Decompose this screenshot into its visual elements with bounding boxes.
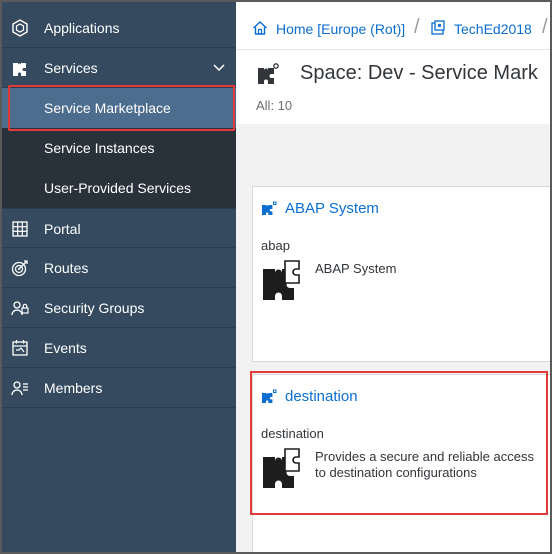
home-icon[interactable] bbox=[252, 20, 268, 36]
sidebar-item-label: Portal bbox=[44, 221, 81, 237]
service-tile-title[interactable]: ABAP System bbox=[285, 200, 379, 217]
sidebar-item-label: Members bbox=[44, 380, 103, 396]
service-tile-description: ABAP System bbox=[315, 261, 397, 276]
sidebar-item-service-instances[interactable]: Service Instances bbox=[2, 128, 236, 168]
chevron-down-icon[interactable] bbox=[212, 61, 226, 75]
org-icon[interactable] bbox=[430, 20, 446, 36]
sidebar-item-security-groups[interactable]: Security Groups bbox=[2, 288, 236, 328]
service-puzzle-icon bbox=[262, 201, 277, 215]
members-icon bbox=[11, 381, 28, 396]
service-tile-name: abap bbox=[261, 238, 290, 253]
main-content: Home [Europe (Rot)] / TechEd2018 / Space… bbox=[236, 2, 550, 552]
service-tiles: ABAP System abap ABAP System destination… bbox=[236, 124, 550, 552]
sidebar-item-members[interactable]: Members bbox=[2, 368, 236, 408]
sidebar-item-label: Events bbox=[44, 340, 87, 356]
portal-grid-icon bbox=[12, 221, 28, 237]
sidebar-item-routes[interactable]: Routes bbox=[2, 248, 236, 288]
sidebar-item-user-provided-services[interactable]: User-Provided Services bbox=[2, 168, 236, 208]
sidebar-item-label: Security Groups bbox=[44, 300, 145, 316]
page-title: Space: Dev - Service Mark bbox=[300, 62, 538, 84]
space-puzzle-icon bbox=[258, 63, 279, 84]
breadcrumb-org-link[interactable]: TechEd2018 bbox=[454, 21, 532, 37]
highlight-box-tile bbox=[250, 371, 548, 515]
sidebar: Applications Services Service Marketplac… bbox=[2, 2, 236, 552]
highlight-box-sidebar bbox=[8, 85, 235, 131]
breadcrumb: Home [Europe (Rot)] / TechEd2018 / bbox=[236, 2, 550, 50]
puzzle-icon bbox=[263, 260, 300, 300]
breadcrumb-separator: / bbox=[414, 16, 420, 38]
service-count: All: 10 bbox=[256, 98, 293, 113]
service-tile-abap[interactable]: ABAP System abap ABAP System bbox=[252, 186, 550, 362]
sidebar-item-portal[interactable]: Portal bbox=[2, 208, 236, 248]
applications-icon bbox=[12, 19, 28, 37]
page-header: Space: Dev - Service Mark All: 10 bbox=[236, 50, 550, 124]
sidebar-item-label: User-Provided Services bbox=[44, 180, 192, 196]
routes-target-icon bbox=[11, 260, 28, 277]
window-frame: Applications Services Service Marketplac… bbox=[0, 0, 552, 554]
security-groups-icon bbox=[11, 301, 29, 316]
sidebar-item-events[interactable]: Events bbox=[2, 328, 236, 368]
breadcrumb-home-link[interactable]: Home [Europe (Rot)] bbox=[276, 21, 405, 37]
services-icon bbox=[13, 63, 26, 76]
events-calendar-icon bbox=[12, 340, 28, 356]
sidebar-item-label: Service Instances bbox=[44, 140, 155, 156]
sidebar-item-label: Applications bbox=[44, 20, 120, 36]
sidebar-item-services[interactable]: Services bbox=[2, 48, 236, 88]
sidebar-item-label: Routes bbox=[44, 260, 89, 276]
sidebar-item-label: Services bbox=[44, 60, 98, 76]
sidebar-item-applications[interactable]: Applications bbox=[2, 8, 236, 48]
breadcrumb-separator: / bbox=[542, 16, 548, 38]
